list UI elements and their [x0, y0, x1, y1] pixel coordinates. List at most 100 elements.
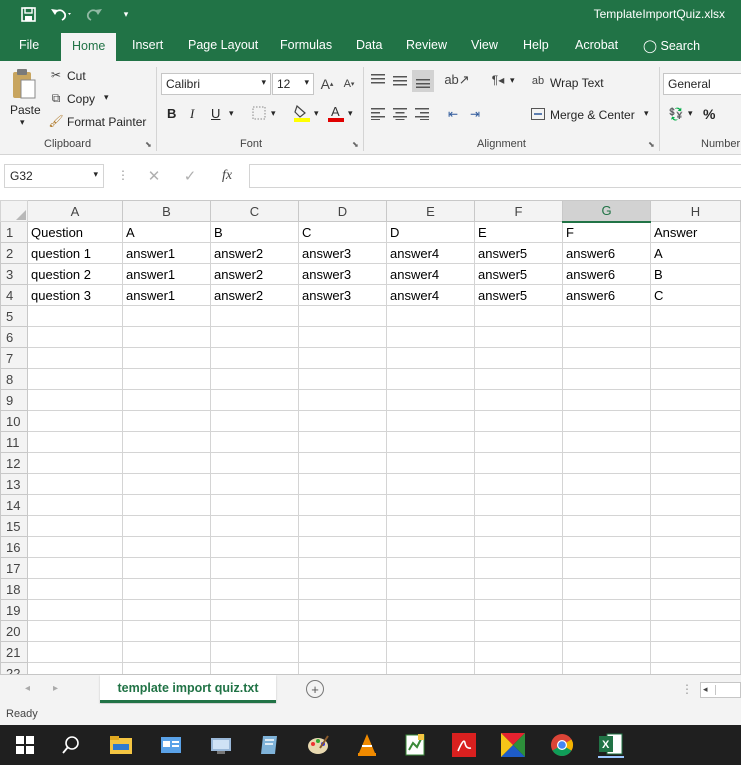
font-color-dropdown-icon[interactable]: ▾: [348, 108, 353, 119]
cell[interactable]: [122, 368, 211, 390]
chrome-icon[interactable]: [549, 732, 575, 758]
cell[interactable]: answer5: [474, 263, 563, 285]
cell[interactable]: [650, 599, 741, 621]
cell[interactable]: [474, 536, 563, 558]
cell[interactable]: [298, 368, 387, 390]
cell[interactable]: E: [474, 221, 563, 243]
cell[interactable]: [210, 599, 299, 621]
clipboard-launcher-icon[interactable]: ⬊: [145, 140, 152, 149]
cell[interactable]: [562, 494, 651, 516]
horizontal-scrollbar[interactable]: ◂: [700, 682, 741, 698]
cell[interactable]: [562, 515, 651, 537]
accounting-dropdown-icon[interactable]: ▾: [688, 108, 693, 119]
cell[interactable]: [562, 347, 651, 369]
column-header-c[interactable]: C: [210, 200, 299, 222]
tab-insert[interactable]: Insert: [132, 38, 163, 52]
save-icon[interactable]: [18, 4, 38, 24]
cell[interactable]: [298, 473, 387, 495]
control-panel-icon[interactable]: [208, 732, 234, 758]
row-header[interactable]: 11: [0, 431, 28, 453]
spreadsheet-tool-icon[interactable]: [402, 732, 428, 758]
scroll-sheet-left-icon[interactable]: ◂: [25, 683, 30, 694]
cell[interactable]: [650, 473, 741, 495]
cell[interactable]: [210, 473, 299, 495]
sheet-tab-active[interactable]: template import quiz.txt: [100, 675, 276, 703]
cell[interactable]: [27, 347, 123, 369]
cell[interactable]: [27, 620, 123, 642]
cell[interactable]: [650, 368, 741, 390]
cell[interactable]: answer2: [210, 242, 299, 264]
cell[interactable]: [210, 368, 299, 390]
cell[interactable]: [27, 557, 123, 579]
cell[interactable]: [474, 452, 563, 474]
font-name-select[interactable]: Calibri ▾: [161, 73, 271, 95]
row-header[interactable]: 16: [0, 536, 28, 558]
tab-split-handle-icon[interactable]: ⋮: [681, 682, 693, 696]
cell[interactable]: [650, 515, 741, 537]
cell[interactable]: [386, 578, 475, 600]
tab-acrobat[interactable]: Acrobat: [575, 38, 618, 52]
cell[interactable]: C: [298, 221, 387, 243]
cell[interactable]: [27, 389, 123, 411]
cell[interactable]: [27, 662, 123, 674]
cell[interactable]: [27, 452, 123, 474]
format-painter-button[interactable]: Format Painter: [67, 115, 146, 129]
cell[interactable]: [650, 389, 741, 411]
column-header-f[interactable]: F: [474, 200, 563, 222]
tab-view[interactable]: View: [471, 38, 498, 52]
cell[interactable]: [386, 410, 475, 432]
file-explorer-icon[interactable]: [108, 732, 134, 758]
merge-dropdown-icon[interactable]: ▾: [644, 108, 649, 119]
app-window-icon[interactable]: [158, 732, 184, 758]
excel-icon[interactable]: X: [598, 732, 624, 758]
cell[interactable]: [562, 368, 651, 390]
cell[interactable]: [474, 347, 563, 369]
right-align-icon[interactable]: [413, 106, 431, 122]
cell[interactable]: [27, 431, 123, 453]
underline-dropdown-icon[interactable]: ▾: [229, 108, 234, 119]
cell[interactable]: [474, 515, 563, 537]
cell[interactable]: [386, 494, 475, 516]
scroll-left-icon[interactable]: ◂: [703, 684, 708, 695]
cell[interactable]: answer4: [386, 263, 475, 285]
cell[interactable]: [27, 305, 123, 327]
cell[interactable]: [122, 410, 211, 432]
cell[interactable]: [650, 326, 741, 348]
add-sheet-icon[interactable]: +: [306, 680, 324, 698]
cell[interactable]: [298, 620, 387, 642]
cell[interactable]: B: [650, 263, 741, 285]
row-header[interactable]: 7: [0, 347, 28, 369]
cell[interactable]: [386, 662, 475, 674]
customize-quick-access-icon[interactable]: ▾: [120, 4, 132, 24]
increase-indent-icon[interactable]: ⇥: [466, 106, 484, 122]
cell[interactable]: [27, 473, 123, 495]
cell[interactable]: [650, 494, 741, 516]
cell[interactable]: [562, 536, 651, 558]
cell[interactable]: [562, 641, 651, 663]
cell[interactable]: answer6: [562, 242, 651, 264]
cell[interactable]: A: [122, 221, 211, 243]
cell[interactable]: [474, 620, 563, 642]
cell[interactable]: A: [650, 242, 741, 264]
cell[interactable]: [27, 641, 123, 663]
cell[interactable]: [650, 410, 741, 432]
cell[interactable]: [386, 452, 475, 474]
cell[interactable]: [122, 347, 211, 369]
merge-center-button[interactable]: Merge & Center: [550, 108, 635, 122]
cell[interactable]: [386, 305, 475, 327]
cell[interactable]: [210, 389, 299, 411]
cell[interactable]: [122, 431, 211, 453]
row-header[interactable]: 8: [0, 368, 28, 390]
paste-icon[interactable]: [10, 67, 38, 103]
cell[interactable]: [122, 389, 211, 411]
cell[interactable]: D: [386, 221, 475, 243]
cell[interactable]: [298, 515, 387, 537]
row-header[interactable]: 12: [0, 452, 28, 474]
worksheet-grid[interactable]: ABCDEFGH 1 Question A B C D E F Answer 2 question …: [0, 200, 741, 674]
cell[interactable]: answer6: [562, 284, 651, 306]
formula-bar-grip-icon[interactable]: ⋮: [117, 168, 129, 182]
select-all-corner[interactable]: [0, 200, 28, 222]
alignment-launcher-icon[interactable]: ⬊: [648, 140, 655, 149]
top-align-icon[interactable]: [369, 71, 387, 89]
cell[interactable]: [210, 326, 299, 348]
